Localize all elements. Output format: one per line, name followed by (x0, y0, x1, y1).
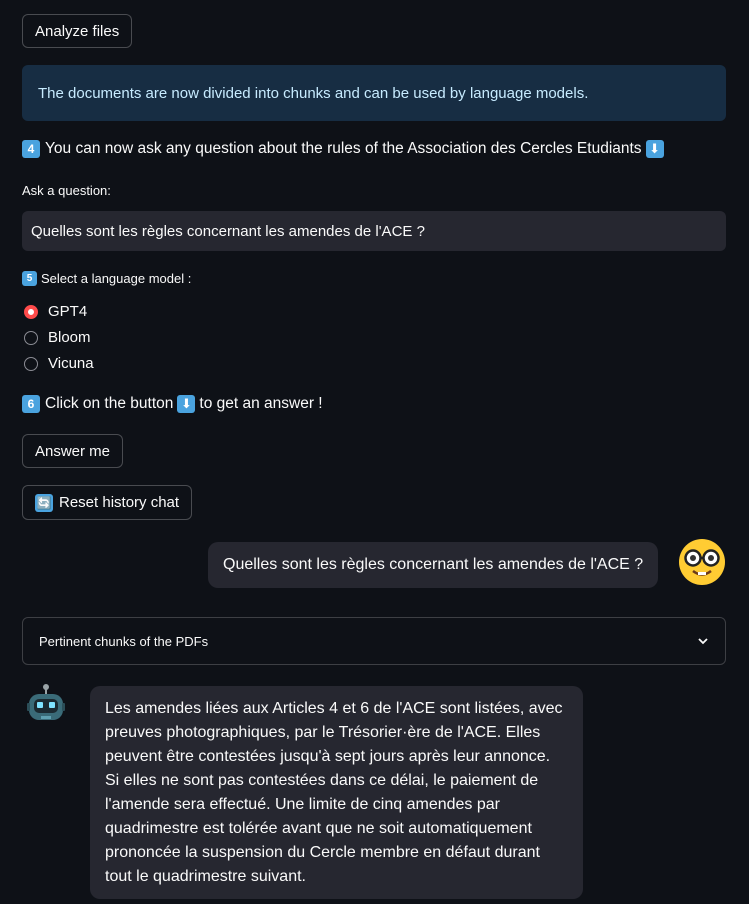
user-message-text: Quelles sont les règles concernant les a… (223, 556, 644, 573)
radio-vicuna[interactable]: Vicuna (24, 355, 94, 372)
question-input[interactable] (22, 211, 726, 251)
radio-unselected-icon (24, 356, 38, 371)
robot-avatar-icon (27, 684, 65, 720)
radio-label: Bloom (48, 329, 91, 346)
step6-text-before: Click on the button (45, 395, 174, 412)
step6-instruction: 6 Click on the button ⬇ to get an answer… (22, 395, 323, 413)
nerd-face-avatar-icon (679, 539, 725, 585)
user-message: Quelles sont les règles concernant les a… (208, 542, 658, 588)
radio-bloom[interactable]: Bloom (24, 329, 91, 346)
step4-text: You can now ask any question about the r… (45, 140, 642, 157)
radio-selected-icon (24, 304, 38, 319)
expander-label: Pertinent chunks of the PDFs (39, 633, 209, 649)
down-arrow-icon: ⬇ (177, 395, 196, 413)
keycap-6-icon: 6 (22, 395, 40, 413)
answer-me-button[interactable]: Answer me (22, 434, 124, 468)
reset-history-button[interactable]: 🔄 Reset history chat (22, 485, 193, 520)
radio-unselected-icon (24, 330, 38, 345)
radio-label: GPT4 (48, 303, 88, 320)
radio-label: Vicuna (48, 355, 94, 372)
reset-label: Reset history chat (59, 494, 180, 511)
keycap-4-icon: 4 (22, 140, 40, 158)
refresh-icon: 🔄 (35, 493, 53, 512)
info-alert: The documents are now divided into chunk… (22, 65, 726, 121)
step4-instruction: 4 You can now ask any question about the… (22, 140, 668, 158)
question-label: Ask a question: (22, 183, 111, 198)
chevron-down-icon (698, 638, 708, 645)
keycap-5-icon: 5 (22, 271, 37, 286)
radio-gpt4[interactable]: GPT4 (24, 303, 87, 320)
analyze-files-button[interactable]: Analyze files (22, 14, 133, 48)
bot-message: Les amendes liées aux Articles 4 et 6 de… (90, 686, 583, 899)
down-arrow-icon: ⬇ (645, 140, 664, 158)
step5-text: Select a language model : (41, 271, 192, 286)
info-message: The documents are now divided into chunk… (38, 84, 589, 102)
step6-text-after: to get an answer ! (199, 395, 323, 412)
step5-label: 5 Select a language model : (22, 271, 191, 286)
pertinent-chunks-expander[interactable]: Pertinent chunks of the PDFs (22, 617, 726, 665)
bot-message-text: Les amendes liées aux Articles 4 et 6 de… (105, 700, 563, 885)
